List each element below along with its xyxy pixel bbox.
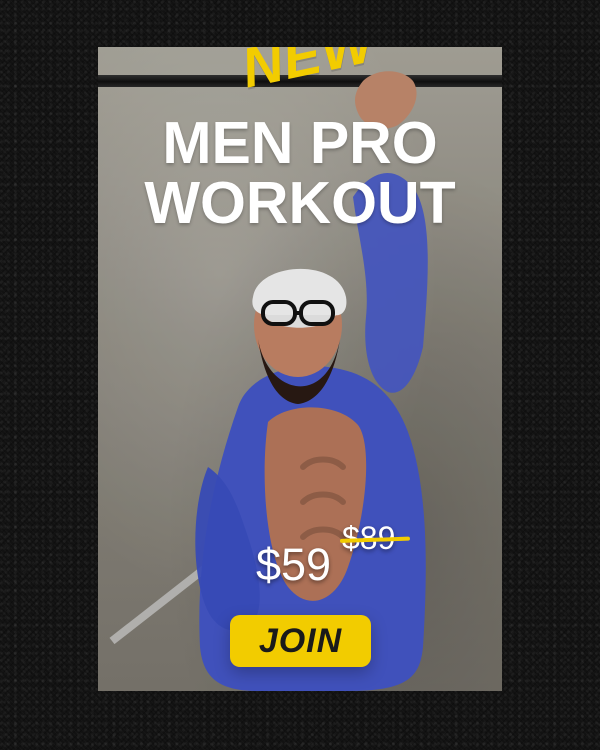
join-button[interactable]: JOIN <box>230 615 371 667</box>
title-line-2: WORKOUT <box>144 170 456 236</box>
promo-poster: NEW MEN PRO WORKOUT $89 $59 JOIN <box>98 47 502 691</box>
title-line-1: MEN PRO <box>162 110 438 176</box>
current-price: $59 <box>256 539 332 590</box>
join-button-label: JOIN <box>258 622 343 660</box>
